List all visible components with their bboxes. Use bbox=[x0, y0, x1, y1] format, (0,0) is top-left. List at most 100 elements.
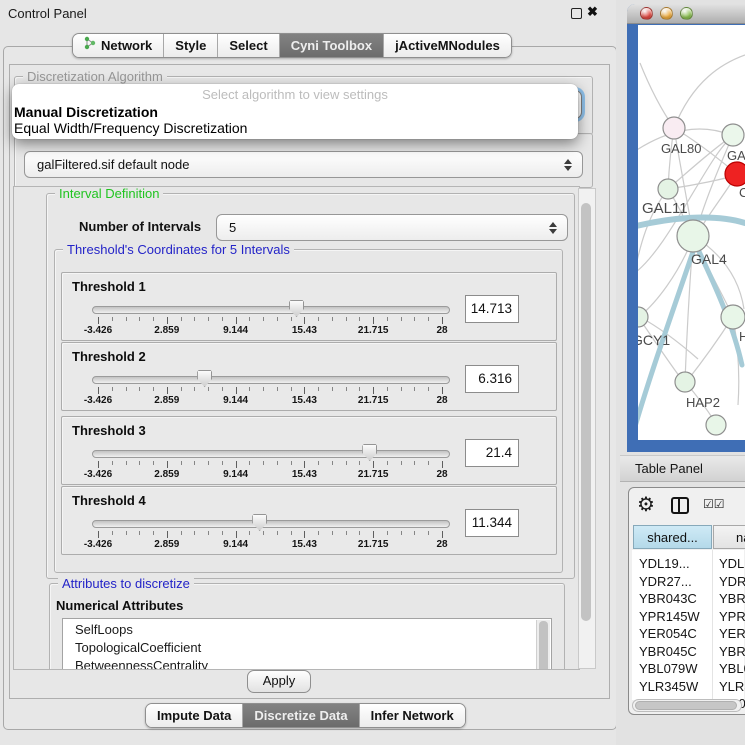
apply-button[interactable]: Apply bbox=[247, 670, 311, 693]
checkbox-icons[interactable]: ☑☑ bbox=[703, 497, 725, 511]
network-node[interactable] bbox=[658, 179, 678, 199]
network-canvas[interactable]: GAL80GACGAL11GAL4GCY1HHAP2 bbox=[638, 25, 745, 440]
close-icon[interactable]: ✖ bbox=[587, 4, 598, 20]
tick-label: 2.859 bbox=[154, 539, 179, 550]
tick-mark bbox=[346, 531, 347, 535]
tab-cyni-toolbox[interactable]: Cyni Toolbox bbox=[280, 34, 384, 57]
table-horizontal-scrollbar[interactable] bbox=[632, 699, 742, 712]
algorithm-hint: Select algorithm to view settings bbox=[12, 84, 578, 104]
table-row[interactable]: YBR043CYBR0 bbox=[633, 590, 745, 608]
network-graph[interactable]: GAL80GACGAL11GAL4GCY1HHAP2 bbox=[638, 25, 745, 440]
cell-shared-name: YER054C bbox=[633, 625, 711, 643]
tick-mark bbox=[167, 531, 168, 538]
slider-track[interactable] bbox=[92, 520, 450, 528]
tab-select[interactable]: Select bbox=[218, 34, 279, 57]
table-row[interactable]: YDL19...YDL1 bbox=[633, 555, 745, 573]
attribute-item[interactable]: BetweennessCentrality bbox=[63, 657, 551, 670]
cell-shared-name: YLR345W bbox=[633, 678, 711, 696]
slider-thumb[interactable] bbox=[289, 300, 304, 317]
tab-discretize-data[interactable]: Discretize Data bbox=[243, 704, 359, 727]
algorithm-option[interactable]: Manual Discretization bbox=[12, 104, 578, 120]
network-node[interactable] bbox=[675, 372, 695, 392]
settings-vertical-scrollbar[interactable] bbox=[578, 188, 596, 669]
slider-ticks bbox=[98, 387, 442, 395]
network-node[interactable] bbox=[663, 117, 685, 139]
gear-icon[interactable]: ⚙ bbox=[637, 492, 655, 517]
tick-label: 28 bbox=[436, 325, 447, 336]
algorithm-option[interactable]: Equal Width/Frequency Discretization bbox=[12, 120, 578, 136]
network-node[interactable] bbox=[725, 162, 745, 186]
network-edge[interactable] bbox=[687, 318, 732, 381]
tick-mark bbox=[208, 317, 209, 321]
split-view-icon[interactable] bbox=[671, 497, 689, 514]
group-title: Discretization Algorithm bbox=[23, 69, 167, 84]
slider-track[interactable] bbox=[92, 450, 450, 458]
tick-mark bbox=[249, 531, 250, 535]
column-header[interactable]: shared... bbox=[633, 525, 712, 549]
tick-mark bbox=[277, 387, 278, 391]
slider-thumb[interactable] bbox=[362, 444, 377, 461]
threshold-value-field[interactable]: 11.344 bbox=[465, 509, 519, 537]
threshold-panel: Threshold 3-3.4262.8599.14415.4321.71528… bbox=[61, 416, 557, 485]
network-window-titlebar[interactable] bbox=[627, 4, 745, 24]
tab-network[interactable]: Network bbox=[73, 34, 164, 57]
tick-mark bbox=[222, 387, 223, 391]
tick-mark bbox=[126, 317, 127, 321]
tick-mark bbox=[98, 461, 99, 468]
attribute-item[interactable]: TopologicalCoefficient bbox=[63, 639, 551, 657]
table-row[interactable]: YPR145WYPR1 bbox=[633, 608, 745, 626]
tick-mark bbox=[304, 461, 305, 468]
table-data-combobox[interactable]: galFiltered.sif default node bbox=[24, 151, 583, 178]
table-row[interactable]: YER054CYER0 bbox=[633, 625, 745, 643]
mac-close-button[interactable] bbox=[640, 7, 653, 20]
tick-mark bbox=[277, 531, 278, 535]
number-of-intervals-combobox[interactable]: 5 bbox=[216, 214, 568, 241]
table-row[interactable]: YBR045CYBR0 bbox=[633, 643, 745, 661]
slider-track[interactable] bbox=[92, 376, 450, 384]
tab-jactivemnodules[interactable]: jActiveMNodules bbox=[384, 34, 511, 57]
scrollbar-thumb[interactable] bbox=[581, 203, 591, 621]
tab-label: Impute Data bbox=[157, 704, 231, 727]
tick-mark bbox=[373, 317, 374, 324]
threshold-value-field[interactable]: 21.4 bbox=[465, 439, 519, 467]
network-node[interactable] bbox=[677, 220, 709, 252]
scrollbar-thumb[interactable] bbox=[635, 701, 737, 710]
tab-infer-network[interactable]: Infer Network bbox=[360, 704, 465, 727]
network-node[interactable] bbox=[722, 124, 744, 146]
tick-mark bbox=[208, 461, 209, 465]
attributes-list-scrollbar[interactable] bbox=[536, 620, 550, 670]
table-row[interactable]: YDR27...YDR2 bbox=[633, 573, 745, 591]
tick-mark bbox=[153, 461, 154, 465]
table-row[interactable]: YLR345WYLR3 bbox=[633, 678, 745, 696]
cell-shared-name: YPR145W bbox=[633, 608, 711, 626]
threshold-value-field[interactable]: 14.713 bbox=[465, 295, 519, 323]
slider-thumb[interactable] bbox=[252, 514, 267, 531]
network-edge[interactable] bbox=[674, 55, 745, 128]
tick-mark bbox=[112, 387, 113, 391]
table-panel-titlebar: Table Panel bbox=[620, 455, 745, 482]
tab-style[interactable]: Style bbox=[164, 34, 218, 57]
tab-impute-data[interactable]: Impute Data bbox=[146, 704, 243, 727]
slider-track[interactable] bbox=[92, 306, 450, 314]
mac-zoom-button[interactable] bbox=[680, 7, 693, 20]
tick-mark bbox=[139, 317, 140, 321]
tick-mark bbox=[428, 461, 429, 465]
table-row[interactable]: YBL079WYBL0 bbox=[633, 660, 745, 678]
tick-mark bbox=[401, 387, 402, 391]
network-node[interactable] bbox=[706, 415, 726, 435]
mac-minimize-button[interactable] bbox=[660, 7, 673, 20]
tick-mark bbox=[263, 317, 264, 321]
attribute-item[interactable]: SelfLoops bbox=[63, 621, 551, 639]
attributes-list[interactable]: SelfLoopsTopologicalCoefficientBetweenne… bbox=[62, 618, 552, 670]
network-node[interactable] bbox=[721, 305, 745, 329]
tick-mark bbox=[291, 531, 292, 535]
slider-thumb[interactable] bbox=[197, 370, 212, 387]
tick-label: 15.43 bbox=[292, 539, 317, 550]
scrollbar-thumb[interactable] bbox=[539, 621, 548, 670]
tick-mark bbox=[194, 531, 195, 535]
threshold-value-field[interactable]: 6.316 bbox=[465, 365, 519, 393]
tick-mark bbox=[167, 387, 168, 394]
column-header[interactable]: na bbox=[713, 525, 745, 549]
float-icon[interactable] bbox=[571, 8, 582, 19]
group-title: Threshold's Coordinates for 5 Intervals bbox=[63, 242, 294, 257]
